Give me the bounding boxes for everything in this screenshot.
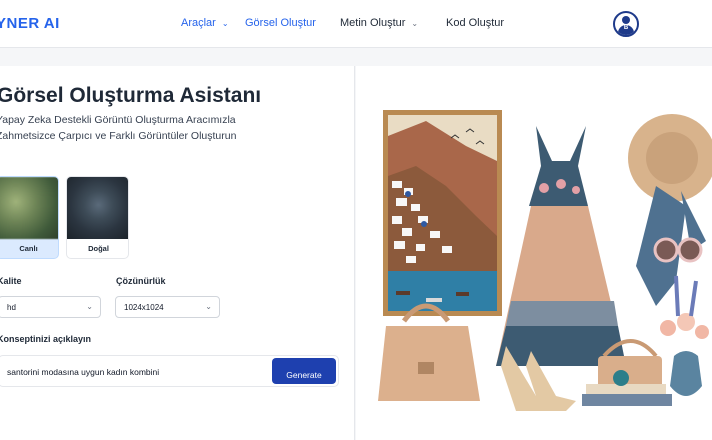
brand-logo[interactable]: YNER AI [0,15,60,32]
chevron-down-icon: ⌄ [86,302,93,311]
style-thumbnail-image [0,177,58,239]
chevron-down-icon: ⌄ [205,302,212,311]
style-option-label: Doğal [88,244,109,253]
subtitle-line-2: Zahmetsizce Çarpıcı ve Farklı Görüntüler… [0,130,237,142]
quality-select[interactable]: hd ⌄ [0,296,101,318]
nav-kod-olustur-label: Kod Oluştur [446,17,505,29]
quality-label: Kalite [0,276,22,286]
page-title: Görsel Oluşturma Asistanı [0,84,262,107]
framed-painting [383,110,502,316]
style-option-dogal[interactable]: Doğal [66,176,129,259]
chevron-down-icon: ⌄ [221,19,229,28]
nav-gorsel-olustur-label: Görsel Oluştur [245,17,316,29]
avatar-head [622,16,630,24]
nav-metin-olustur-label: Metin Oluştur [340,17,406,29]
resolution-value: 1024x1024 [124,303,164,312]
quality-value: hd [7,303,16,312]
user-avatar-icon[interactable]: B [613,11,639,37]
avatar-letter: B [623,25,629,31]
subtitle-line-1: Yapay Zeka Destekli Görüntü Oluşturma Ar… [0,114,236,126]
generate-button[interactable]: Generate [272,358,336,384]
nav-metin-olustur[interactable]: Metin Oluştur ⌄ [340,17,418,29]
nav-gorsel-olustur[interactable]: Görsel Oluştur [245,17,316,29]
chevron-down-icon: ⌄ [411,19,419,28]
nav-kod-olustur[interactable]: Kod Oluştur [446,17,504,29]
concept-label: Konseptinizi açıklayın [0,334,92,344]
top-navigation-bar: YNER AI Araçlar ⌄ Görsel Oluştur Metin Ol… [0,0,712,48]
nav-araclar-label: Araçlar [181,17,216,29]
style-thumbnail-image [67,177,128,239]
resolution-select[interactable]: 1024x1024 ⌄ [115,296,220,318]
concept-input-value: santorini modasına uygun kadın kombini [7,367,160,377]
resolution-label: Çözünürlük [116,276,166,286]
generated-image [356,66,712,440]
style-option-label: Canlı [19,244,38,253]
nav-araclar[interactable]: Araçlar ⌄ [181,17,229,29]
style-option-canli[interactable]: Canlı [0,176,59,259]
